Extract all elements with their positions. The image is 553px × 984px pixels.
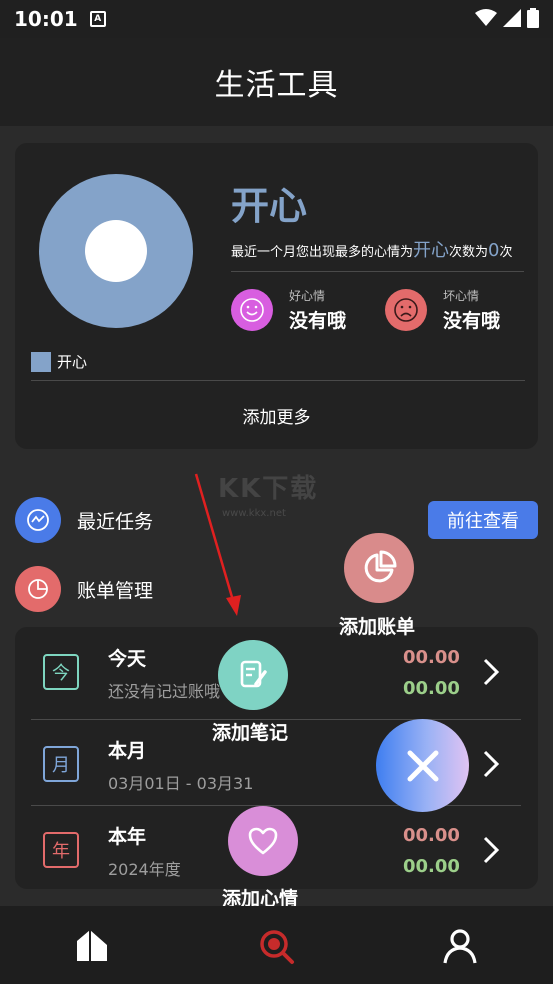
bill-manage-row: 账单管理	[15, 566, 153, 612]
nav-profile[interactable]	[440, 926, 480, 966]
home-icon	[77, 930, 107, 961]
bill-subtitle: 03月01日 - 03月31	[108, 774, 254, 793]
bill-title: 今天	[108, 648, 147, 670]
mood-legend: 开心	[31, 351, 87, 372]
go-view-button[interactable]: 前往查看	[428, 501, 538, 539]
good-mood-stat: 好心情 没有哦	[231, 287, 346, 333]
add-bill-label[interactable]: 添加账单	[339, 612, 415, 639]
notification-app-icon: A	[89, 11, 106, 27]
bill-manage-label: 账单管理	[77, 579, 154, 602]
desc-prefix: 最近一个月您出现最多的心情为	[231, 245, 414, 260]
chevron-right-icon	[483, 836, 500, 864]
page-title: 生活工具	[214, 68, 339, 103]
bill-title: 本月	[108, 740, 147, 762]
add-note-fab[interactable]	[218, 640, 288, 710]
battery-icon	[527, 8, 539, 28]
divider	[231, 271, 524, 272]
desc-middle: 次数为	[449, 245, 489, 260]
bad-mood-value: 没有哦	[443, 310, 501, 332]
pie-chart-icon	[15, 566, 61, 612]
mood-description: 最近一个月您出现最多的心情为 开心 次数为 0 次	[231, 236, 513, 262]
top-mood-title: 开心	[231, 184, 308, 228]
nav-discover[interactable]	[256, 926, 296, 966]
today-badge: 今	[43, 654, 79, 690]
add-note-label[interactable]: 添加笔记	[212, 718, 288, 745]
month-badge: 月	[43, 746, 79, 782]
recent-tasks-row: 最近任务	[15, 497, 153, 543]
smile-face-icon	[231, 289, 273, 331]
status-bar: 10:01 A	[0, 0, 553, 38]
bad-mood-stat: 坏心情 没有哦	[385, 287, 500, 333]
year-badge: 年	[43, 832, 79, 868]
divider	[31, 380, 525, 381]
search-icon	[260, 930, 294, 964]
wifi-icon	[475, 9, 497, 26]
bottom-navigation	[0, 906, 553, 984]
signal-icon	[503, 9, 521, 27]
bill-title: 本年	[108, 826, 147, 848]
bill-subtitle: 2024年度	[108, 860, 181, 879]
bill-subtitle: 还没有记过账哦	[108, 682, 221, 701]
chevron-right-icon	[483, 658, 500, 686]
status-time: 10:01	[14, 7, 78, 31]
desc-mood: 开心	[413, 240, 450, 261]
income-amount: 00.00	[403, 678, 460, 699]
note-edit-icon	[240, 660, 267, 688]
mood-summary-card: 开心 开心 最近一个月您出现最多的心情为 开心 次数为 0 次 好心情 没有哦 …	[15, 143, 538, 449]
app-bar: 生活工具	[0, 38, 553, 126]
desc-count: 0	[488, 240, 500, 261]
desc-suffix: 次	[499, 245, 513, 260]
heart-icon	[248, 827, 278, 855]
mood-donut-chart	[39, 174, 193, 328]
add-mood-fab[interactable]	[228, 806, 298, 876]
recent-tasks-label: 最近任务	[77, 510, 154, 533]
add-more-button[interactable]: 添加更多	[15, 403, 538, 428]
good-mood-label: 好心情	[289, 289, 326, 303]
chevron-right-icon	[483, 750, 500, 778]
chart-pulse-icon	[15, 497, 61, 543]
close-icon	[407, 750, 438, 781]
expense-amount: 00.00	[403, 825, 460, 846]
pie-chart-icon	[364, 550, 397, 583]
add-bill-fab[interactable]	[344, 533, 414, 603]
annotation-arrow	[194, 473, 241, 616]
user-icon	[443, 929, 477, 964]
legend-label: 开心	[57, 353, 88, 371]
bad-mood-label: 坏心情	[443, 289, 480, 303]
expense-amount: 00.00	[403, 647, 460, 668]
sad-face-icon	[385, 289, 427, 331]
good-mood-value: 没有哦	[289, 310, 347, 332]
close-menu-fab[interactable]	[376, 719, 469, 812]
income-amount: 00.00	[403, 856, 460, 877]
nav-home[interactable]	[72, 926, 112, 966]
legend-swatch	[31, 351, 51, 372]
